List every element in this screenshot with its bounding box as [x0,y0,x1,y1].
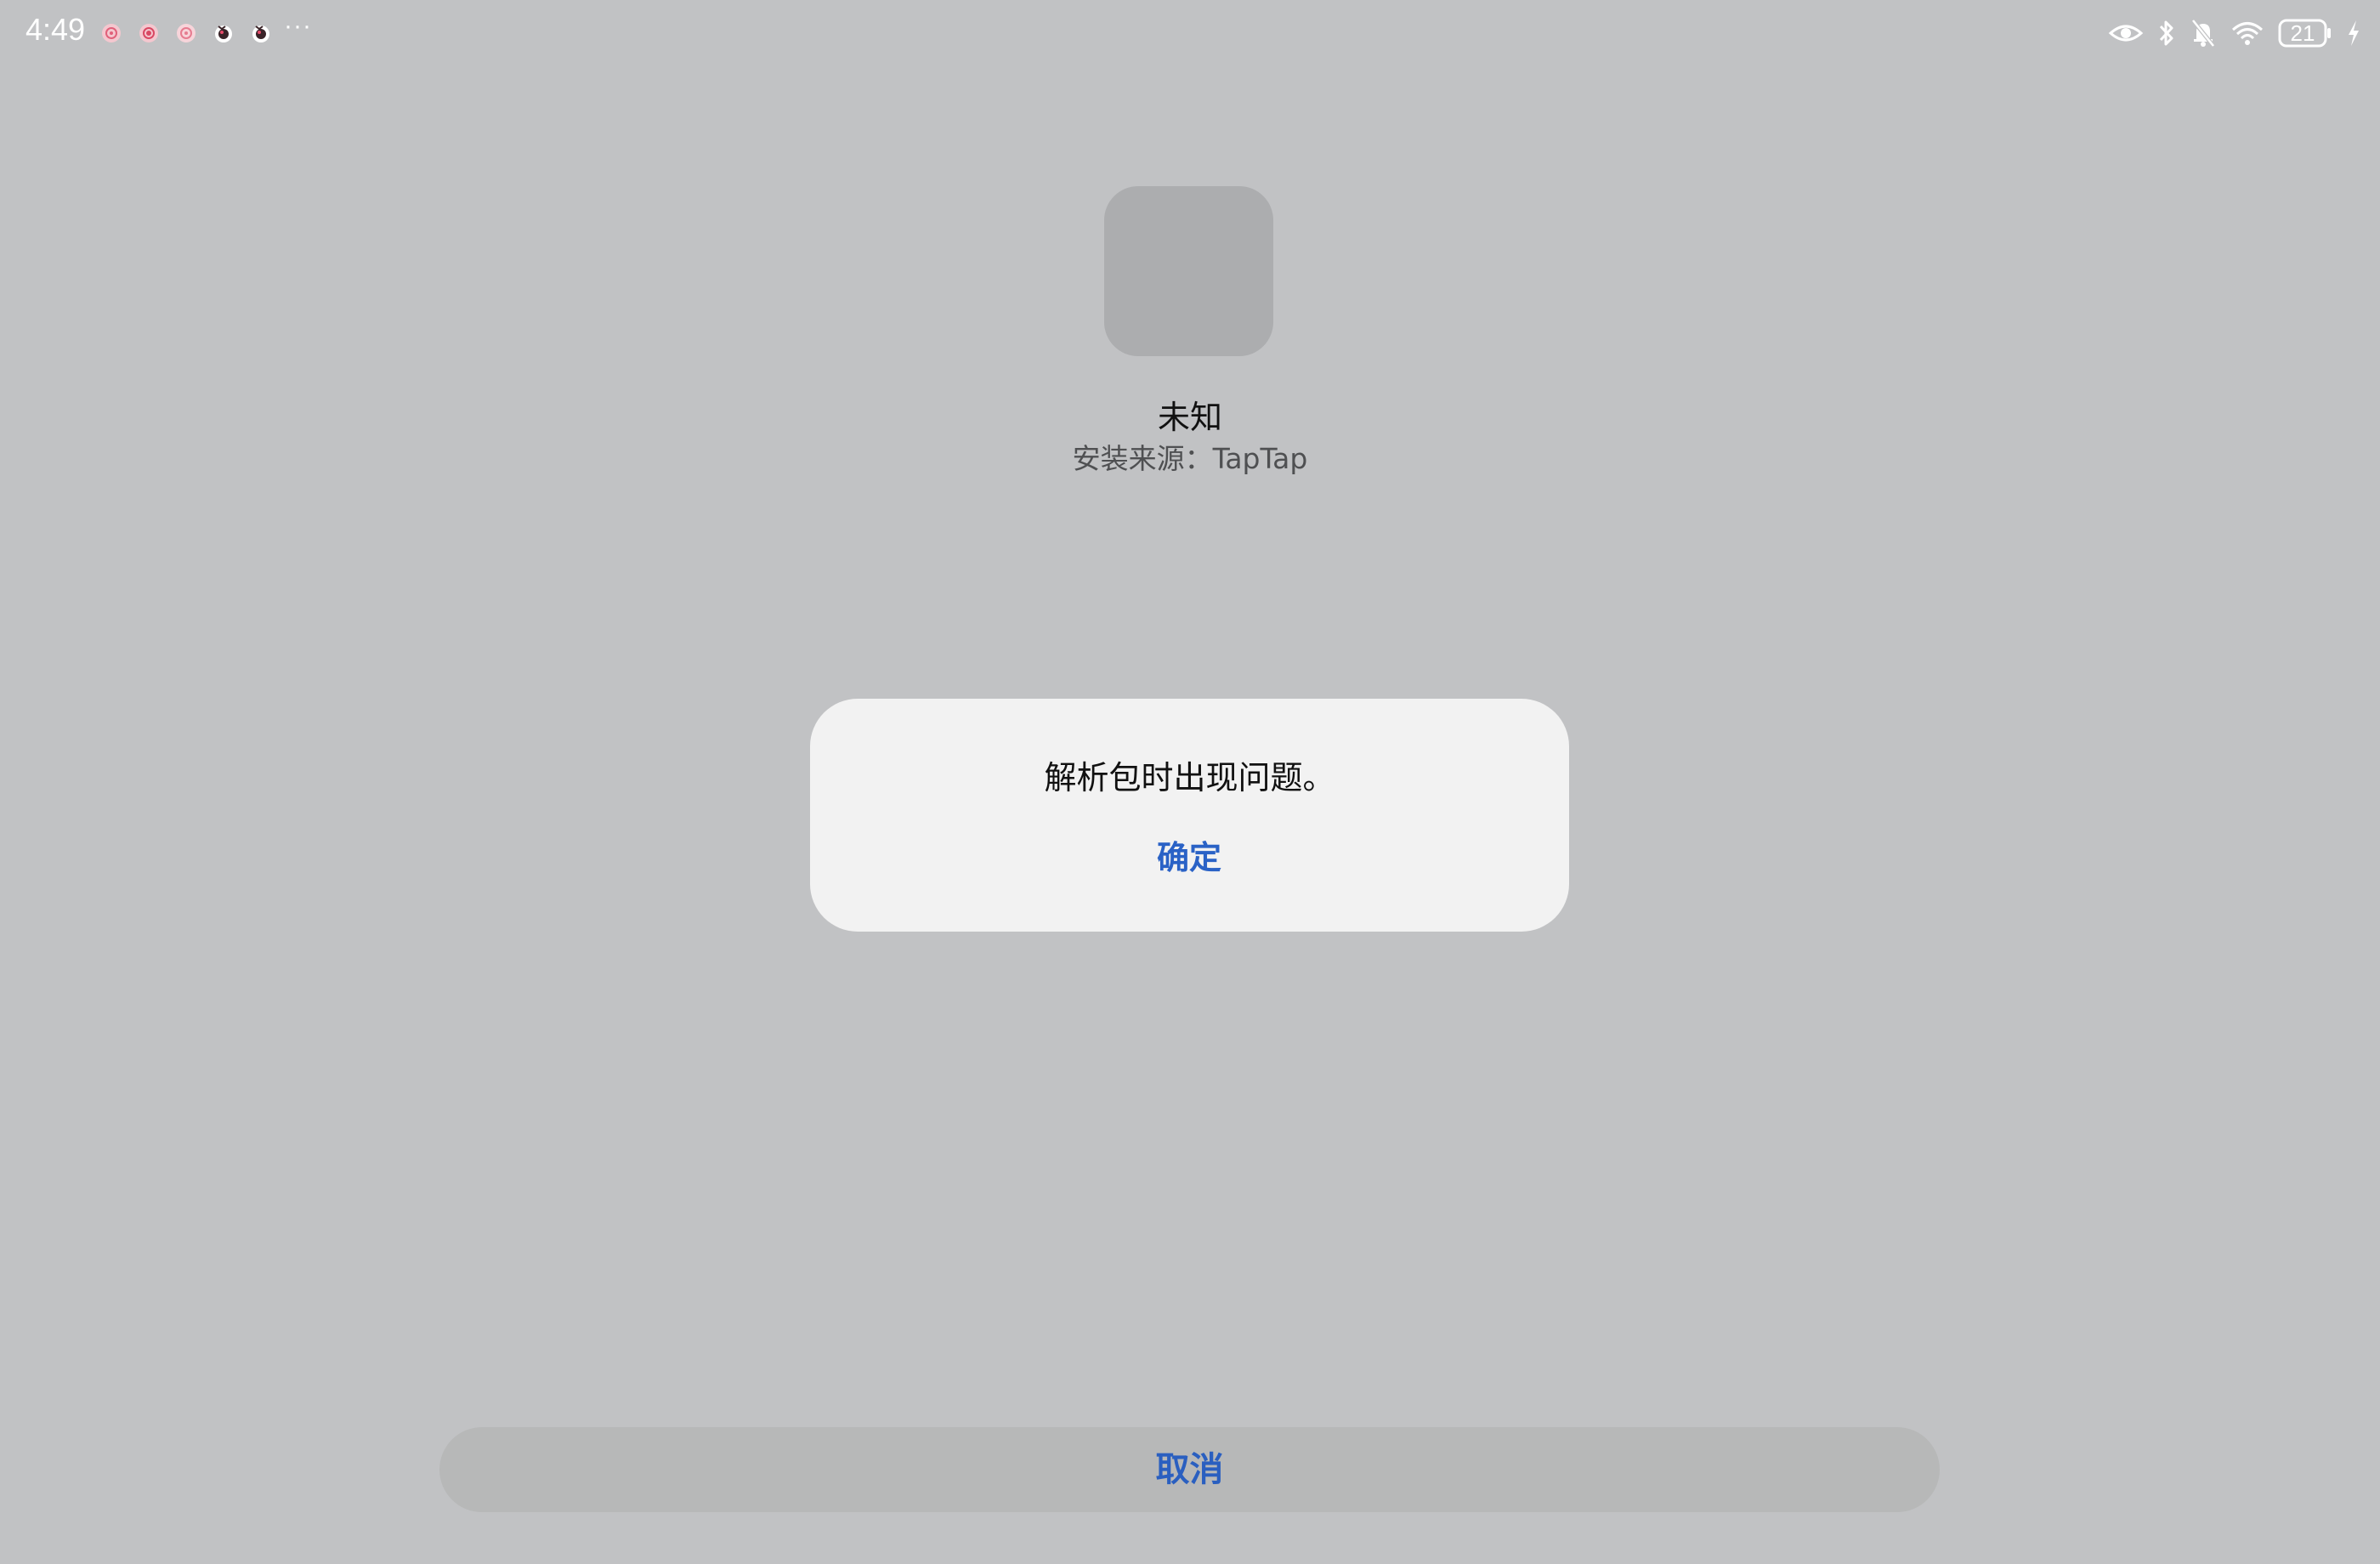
error-dialog: 解析包时出现问题。 确定 [810,699,1569,932]
more-notifications-icon: ··· [284,12,312,40]
app-notification-icon [139,24,158,42]
wifi-icon [2232,22,2263,45]
battery-icon: 21 [2278,19,2332,48]
system-status-icons: 21 [2108,17,2361,49]
mute-bell-icon [2191,19,2215,48]
app-name: 未知 [1157,399,1222,436]
ok-button[interactable]: 确定 [1062,828,1317,887]
app-notification-icon [177,24,196,42]
status-bar: 4:49 ··· 21 [0,0,2380,68]
app-notification-icon [252,26,269,42]
battery-level: 21 [2290,20,2315,46]
cancel-button[interactable]: 取消 [439,1427,1940,1512]
bluetooth-icon [2159,20,2173,46]
charging-icon [2349,20,2359,46]
eye-icon [2108,25,2144,42]
notification-icons [99,20,274,46]
app-notification-icon [102,24,121,42]
dialog-message: 解析包时出现问题。 [1044,759,1335,796]
app-notification-icon [215,26,232,42]
install-source: 安装来源：TapTap [1072,442,1308,475]
status-time: 4:49 [26,12,86,47]
app-icon-placeholder [1104,186,1273,356]
